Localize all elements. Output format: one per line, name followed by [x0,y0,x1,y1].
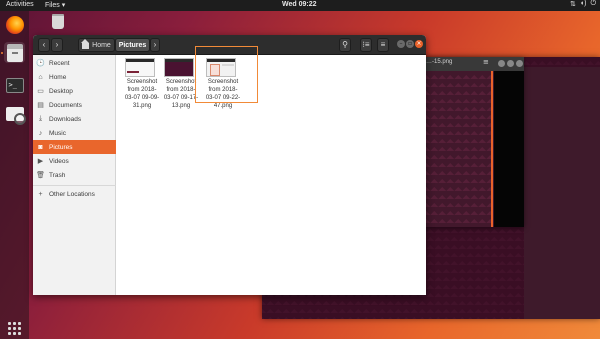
sidebar-item-downloads[interactable]: ⤓ Downloads [33,112,116,126]
image-thumbnail [125,58,155,77]
selection-highlight [195,46,258,103]
plus-icon: + [38,190,43,198]
sidebar-item-label: Home [49,73,67,81]
breadcrumb-forward[interactable]: › [150,38,160,52]
files-launcher[interactable] [4,42,25,63]
screenshot-icon [5,106,26,125]
home-icon [81,39,90,49]
minimize-icon: – [399,40,403,47]
file-item[interactable]: Screenshot from 2018- 03-07 09-09- 31.pn… [121,57,163,119]
sidebar-item-label: Downloads [49,115,82,123]
top-bar: Activities Files ▾ Wed 09:22 ⇅ ◖) ⏻ [0,0,600,11]
bg-maximize-icon[interactable] [507,60,514,67]
document-icon: ▤ [37,102,44,109]
power-icon: ⏻ [590,0,596,7]
list-view-icon: ⁝≡ [362,40,370,49]
sidebar-item-label: Other Locations [49,190,95,198]
chevron-right-icon: › [153,40,157,49]
running-indicator [1,52,3,54]
download-icon: ⤓ [38,115,43,122]
black-panel [494,71,524,227]
clock-icon: 🕒 [36,60,45,67]
show-apps-icon [8,322,21,335]
breadcrumb-pictures-label: Pictures [118,41,147,49]
minimize-button[interactable]: – [397,40,405,48]
sidebar-item-desktop[interactable]: ▭ Desktop [33,84,116,98]
firefox-launcher[interactable] [4,14,25,35]
breadcrumb-pictures[interactable]: Pictures [115,38,150,52]
sidebar-item-recent[interactable]: 🕒 Recent [33,56,116,70]
sidebar-divider [33,185,116,186]
chevron-left-icon: ‹ [42,40,46,49]
maximize-icon: ▫ [407,40,413,47]
sidebar-item-music[interactable]: ♪ Music [33,126,116,140]
file-view[interactable]: Screenshot from 2018- 03-07 09-09- 31.pn… [117,55,426,295]
image-thumbnail [164,58,194,77]
video-icon: ▶ [37,158,44,165]
sidebar-item-label: Videos [49,157,69,165]
dock: >_ [0,11,29,339]
sidebar-item-pictures[interactable]: ◙ Pictures [33,140,116,154]
sidebar-item-label: Documents [49,101,82,109]
terminal-icon: >_ [5,78,24,93]
firefox-icon [5,15,24,34]
orange-divider [491,71,493,227]
maximize-button[interactable]: ▫ [406,40,414,48]
desktop-icon: ▭ [37,88,44,95]
files-icon [6,43,23,62]
file-name: Screenshot from 2018- 03-07 09-09- 31.pn… [124,79,160,109]
volume-icon: ◖) [579,0,587,7]
forward-button[interactable]: › [51,38,63,52]
sidebar-item-home[interactable]: ⌂ Home [33,70,116,84]
background-window-controls[interactable] [498,60,523,67]
bg-minimize-icon[interactable] [498,60,505,67]
background-window-title: …-15.png [426,59,453,65]
menu-button[interactable]: ≡ [377,38,389,52]
app-menu[interactable]: Files ▾ [45,1,65,9]
sidebar-item-label: Desktop [49,87,73,95]
sidebar-item-videos[interactable]: ▶ Videos [33,154,116,168]
music-note-icon: ♪ [38,129,43,137]
sidebar-item-label: Trash [49,171,66,179]
close-icon: × [416,40,422,47]
show-applications-button[interactable] [4,318,25,339]
activities-button[interactable]: Activities [6,1,34,8]
sidebar-item-label: Pictures [49,143,73,151]
places-sidebar: 🕒 Recent ⌂ Home ▭ Desktop ▤ Documents ⤓ … [33,55,116,295]
camera-icon: ◙ [38,143,43,151]
breadcrumb-home[interactable]: Home [78,38,115,52]
sidebar-item-trash[interactable]: 🗑 Trash [33,168,116,182]
network-icon: ⇅ [570,1,576,8]
search-icon: ⚲ [342,40,348,49]
close-button[interactable]: × [415,40,423,48]
hamburger-menu-icon: ≡ [380,40,386,49]
sidebar-item-documents[interactable]: ▤ Documents [33,98,116,112]
terminal-launcher[interactable]: >_ [4,75,25,96]
bg-close-icon[interactable] [516,60,523,67]
background-menu-icon[interactable]: ≡ [483,58,489,66]
desktop-trash-icon[interactable] [50,12,66,30]
breadcrumb-home-label: Home [92,41,111,49]
screenshot-launcher[interactable] [4,103,26,125]
chevron-right-icon: › [55,40,59,49]
back-button[interactable]: ‹ [38,38,50,52]
sidebar-item-label: Recent [49,59,70,67]
view-options-button[interactable]: ⁝≡ [360,38,372,52]
trash-icon: 🗑 [36,172,45,179]
home-icon: ⌂ [38,73,43,81]
system-status-area[interactable]: ⇅ ◖) ⏻ [570,0,596,8]
clock[interactable]: Wed 09:22 [282,1,317,8]
sidebar-item-other-locations[interactable]: + Other Locations [33,187,116,201]
sidebar-item-label: Music [49,129,66,137]
search-button[interactable]: ⚲ [339,38,351,52]
